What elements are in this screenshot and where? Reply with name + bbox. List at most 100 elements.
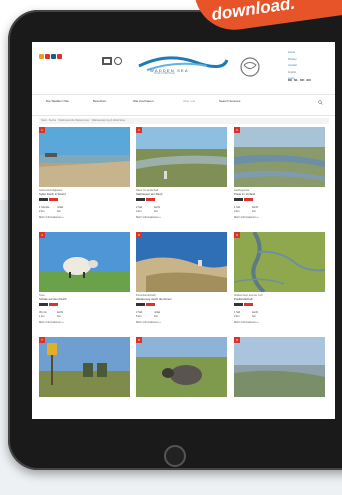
nav-item[interactable]: Search Sources (219, 99, 240, 103)
tablet-screen: WADDEN SEA WORLD HERITAGE Home Privacy C… (32, 42, 335, 419)
language-option[interactable]: DE (288, 78, 292, 82)
card-stat: 3 km (234, 209, 240, 213)
card-number-badge: 7 (39, 337, 45, 343)
tablet-home-button (164, 445, 186, 467)
main-navigation: Die Wadden Tide Besuchen Wie zuschauen Ü… (32, 95, 335, 116)
language-option[interactable]: NL (294, 78, 298, 82)
card-number-badge: 2 (136, 127, 142, 133)
card-stat: 4 km (136, 209, 142, 213)
card-title[interactable]: Sylter Deich & Strand (39, 192, 130, 197)
unesco-logo (102, 57, 122, 65)
partner-logo (45, 54, 50, 59)
card-title[interactable]: Priele im Vorland (234, 192, 325, 197)
card-text: Wattenmeer aus der Luft Priellandschaft … (234, 294, 325, 324)
card-stat: 2 km (39, 209, 45, 213)
card-stat: leicht (57, 310, 64, 314)
card-number-badge: 1 (39, 127, 45, 133)
card-tag (39, 303, 48, 306)
header-link[interactable]: Home (288, 51, 297, 54)
card-tag (136, 198, 145, 201)
download-banner-label: download. (210, 0, 297, 25)
card-more-link[interactable]: Mehr Informationen » (39, 216, 130, 219)
card-text: Sehenswürdigkeiten Sylter Deich & Strand… (39, 189, 130, 219)
site-header: WADDEN SEA WORLD HERITAGE Home Privacy C… (32, 42, 335, 95)
card-stat: leicht (154, 205, 161, 209)
card-tag (136, 303, 145, 306)
card-stat: 30 min (39, 310, 47, 314)
card-tag (244, 303, 253, 306)
card-more-link[interactable]: Mehr Informationen » (234, 321, 325, 324)
card-number-badge: 9 (234, 337, 240, 343)
language-option[interactable]: EN (307, 78, 311, 82)
nav-item[interactable]: Besuchen (93, 99, 106, 103)
card-stat: frei (154, 209, 158, 213)
card-more-link[interactable]: Mehr Informationen » (136, 216, 227, 219)
card-photo (39, 337, 130, 397)
card-tag (146, 198, 155, 201)
card-text: Tiere Schafe auf dem Deich 30 min leicht… (39, 294, 130, 324)
card-tag (234, 303, 243, 306)
card-photo (136, 337, 227, 397)
card-text: Natur & Landschaft Salzwiesen am Rand 2 … (136, 189, 227, 219)
nav-item[interactable]: Die Wadden Tide (46, 99, 72, 103)
card-stat: frei (252, 209, 256, 213)
card-title[interactable]: Wanderung durch die Dünen (136, 297, 227, 302)
search-icon[interactable] (318, 100, 323, 105)
card-stat: 1 Std. (234, 310, 241, 314)
card-photo (136, 232, 227, 292)
header-link[interactable]: Contact (288, 64, 297, 67)
card-number-badge: 8 (136, 337, 142, 343)
card-text: Dünenlandschaft Wanderung durch die Düne… (136, 294, 227, 324)
card-title[interactable]: Schafe auf dem Deich (39, 297, 130, 302)
card-stat: mittel (154, 310, 161, 314)
header-link[interactable]: Privacy (288, 58, 297, 61)
card-stat: leicht (252, 205, 259, 209)
card-tag (49, 198, 58, 201)
header-link[interactable]: Imprint (288, 71, 297, 74)
card-tags (234, 303, 325, 306)
partner-logos (39, 54, 62, 59)
card-tag (49, 303, 58, 306)
nav-item-active[interactable]: Über uns (183, 99, 195, 103)
card-tags (136, 198, 227, 201)
card-title[interactable]: Priellandschaft (234, 297, 325, 302)
card-photo (234, 337, 325, 397)
card-title[interactable]: Salzwiesen am Rand (136, 192, 227, 197)
card-stat: mittel (57, 205, 64, 209)
card-more-link[interactable]: Mehr Informationen » (136, 321, 227, 324)
card-more-link[interactable]: Mehr Informationen » (234, 216, 325, 219)
card-stat: 2 km (234, 314, 240, 318)
card-stat: 2 Std. (136, 310, 143, 314)
card-photo (39, 127, 130, 187)
header-links: Home Privacy Contact Imprint Login (288, 51, 297, 80)
card-tag (146, 303, 155, 306)
card-tags (234, 198, 325, 201)
card-stat: frei (57, 209, 61, 213)
card-stats: 1 Std. leicht 3 km frei (234, 206, 325, 213)
card-stat: frei (57, 314, 61, 318)
card-tag (244, 198, 253, 201)
card-number-badge: 4 (39, 232, 45, 238)
language-option[interactable]: DK (300, 78, 304, 82)
card-stats: 1 Std. leicht 2 km frei (234, 311, 325, 318)
card-tag (234, 198, 243, 201)
nav-item[interactable]: Wie zuschauen (133, 99, 154, 103)
card-stat: 1 Stunde (39, 205, 50, 209)
card-stat: frei (252, 314, 256, 318)
card-photo (136, 127, 227, 187)
card-photo (234, 232, 325, 292)
card-number-badge: 6 (234, 232, 240, 238)
partner-logo (51, 54, 56, 59)
card-tag (39, 198, 48, 201)
card-text: Ausflugsziele Priele im Vorland 1 Std. l… (234, 189, 325, 219)
card-tags (39, 303, 130, 306)
card-stat: 2 Std. (136, 205, 143, 209)
card-photo (39, 232, 130, 292)
card-tags (136, 303, 227, 306)
card-stats: 30 min leicht 1 km frei (39, 311, 130, 318)
partner-logo (39, 54, 44, 59)
card-more-link[interactable]: Mehr Informationen » (39, 321, 130, 324)
card-number-badge: 5 (136, 232, 142, 238)
card-stats: 2 Std. leicht 4 km frei (136, 206, 227, 213)
world-heritage-emblem-icon (240, 57, 260, 77)
